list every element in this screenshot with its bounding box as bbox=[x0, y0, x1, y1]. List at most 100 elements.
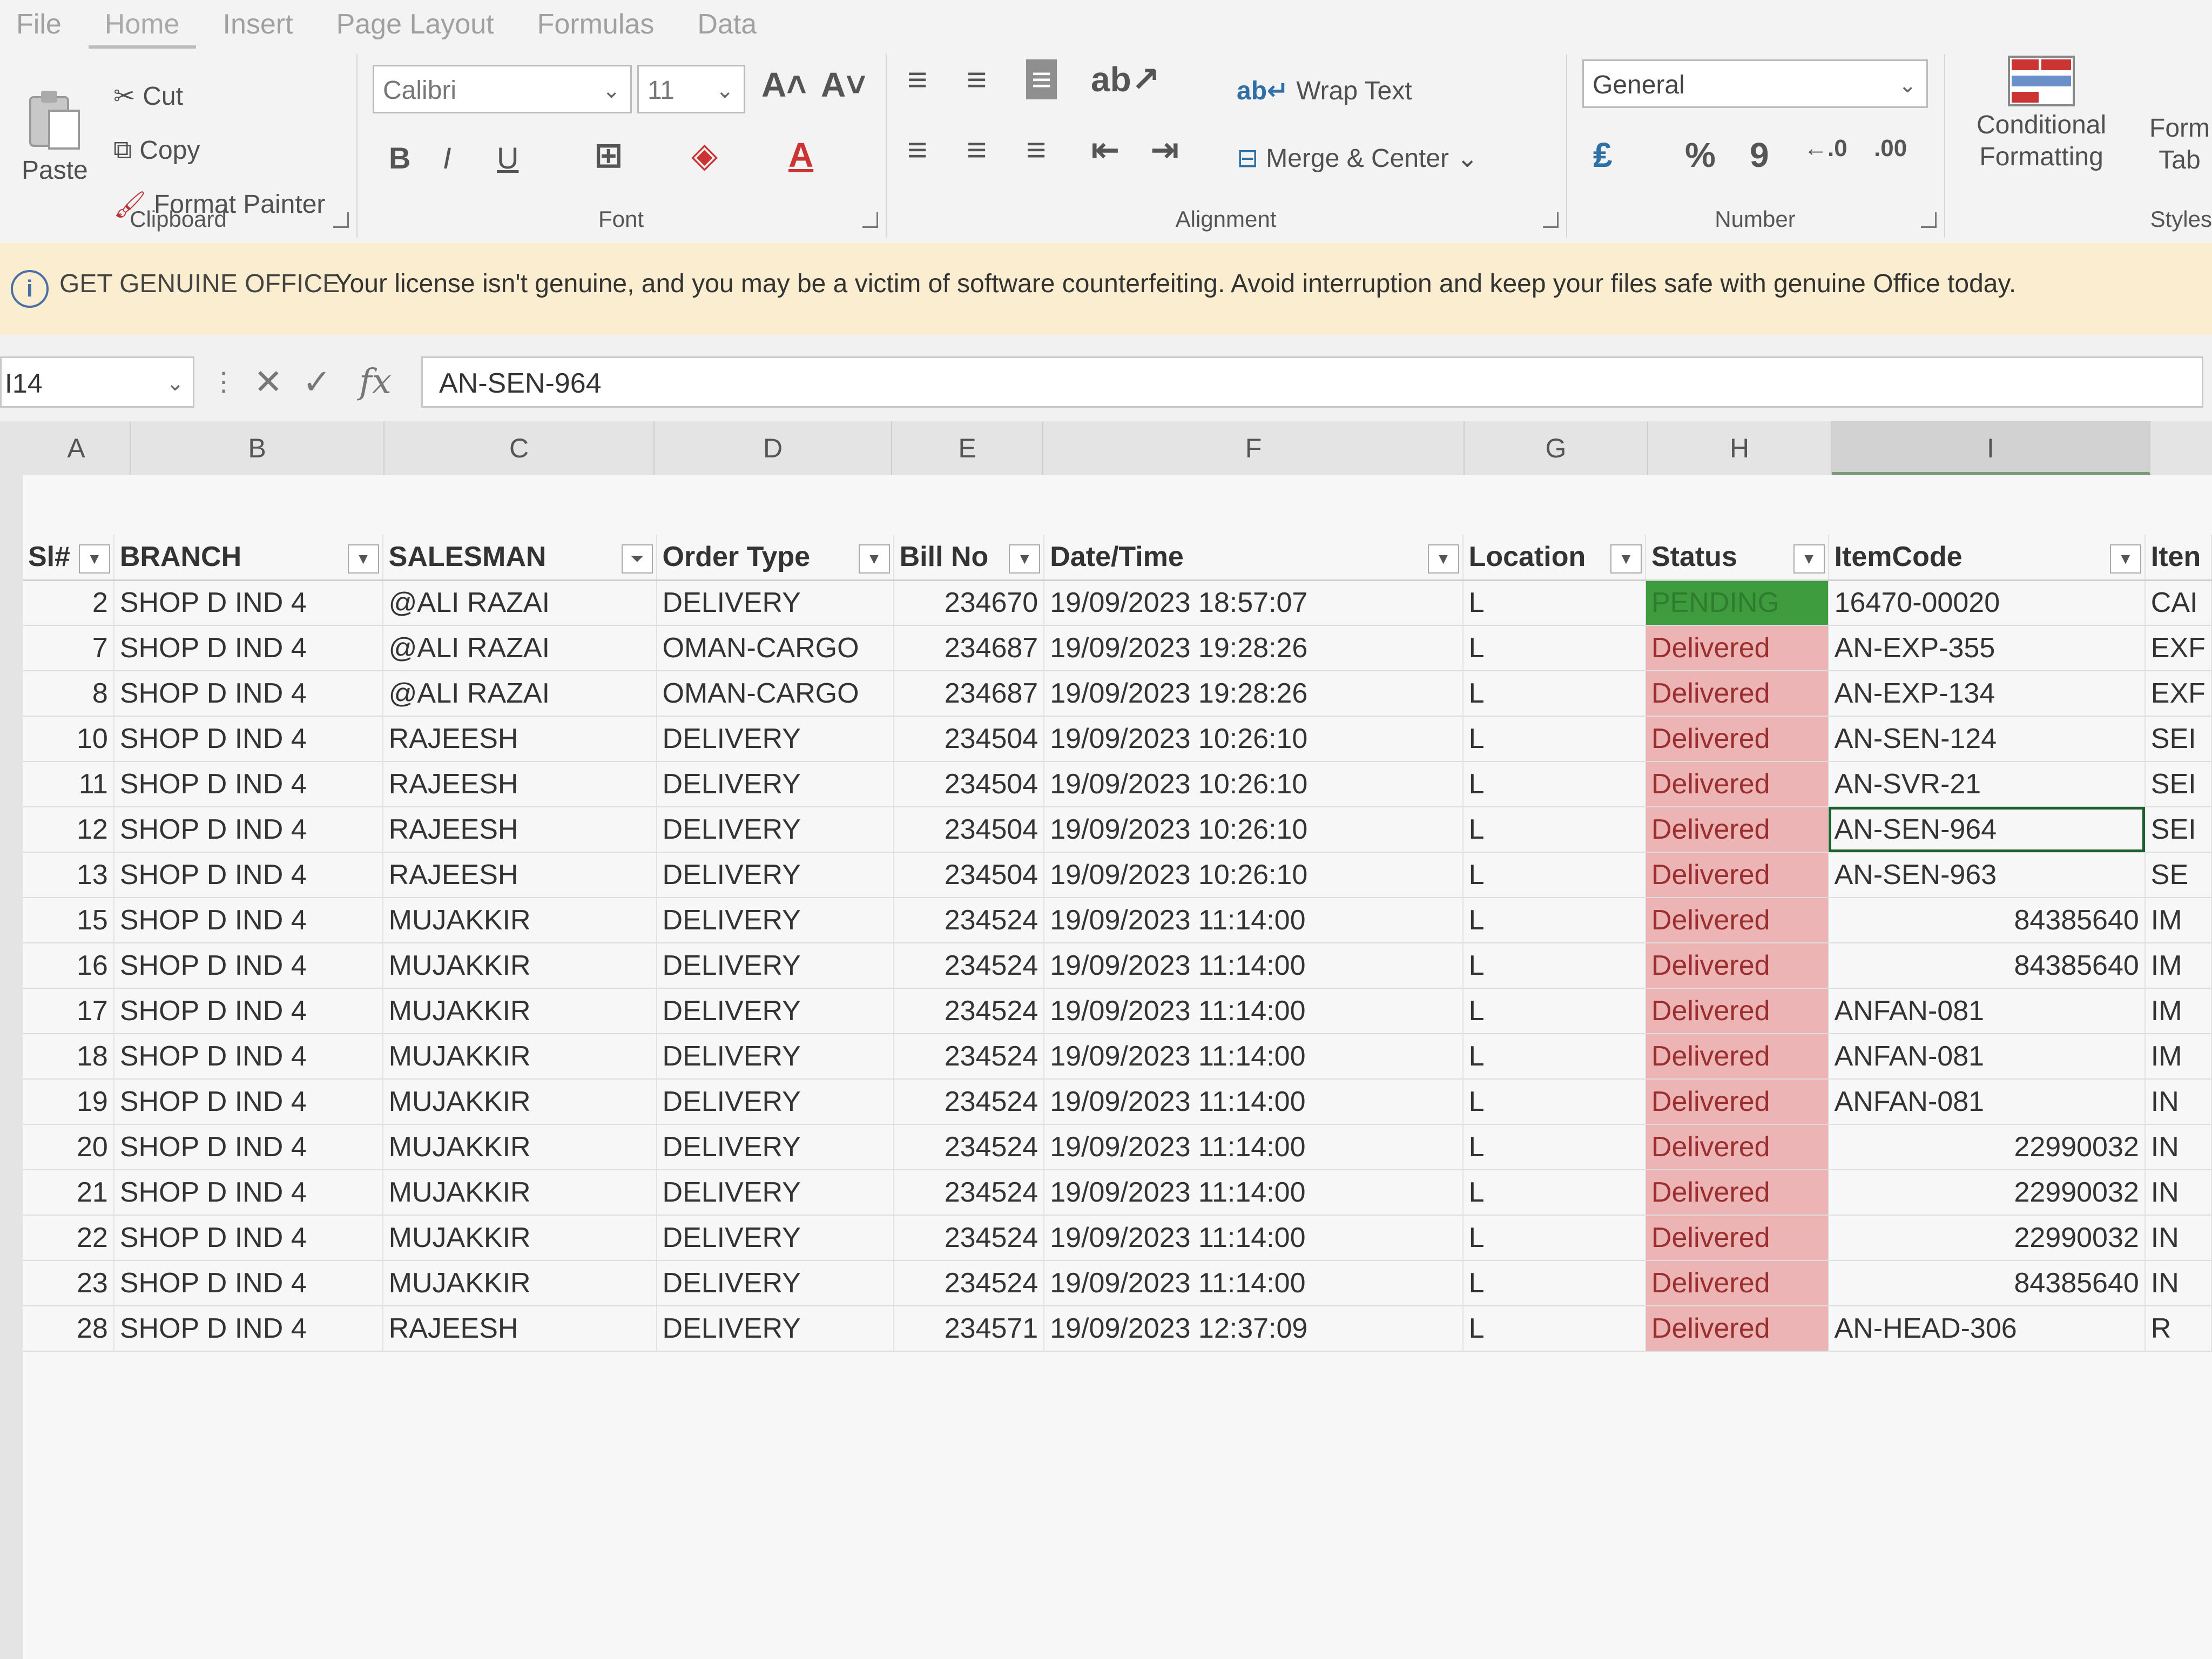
item-cell[interactable]: R bbox=[2144, 1306, 2212, 1352]
decrease-indent-icon[interactable]: ⇤ bbox=[1091, 130, 1120, 170]
more-options-icon[interactable]: ⋮ bbox=[211, 356, 237, 408]
increase-indent-icon[interactable]: ⇥ bbox=[1150, 130, 1179, 170]
sl-cell[interactable]: 22 bbox=[23, 1215, 114, 1261]
location-cell[interactable]: L bbox=[1462, 1306, 1646, 1352]
font-launcher-icon[interactable] bbox=[862, 212, 878, 228]
location-cell[interactable]: L bbox=[1462, 988, 1646, 1034]
underline-icon[interactable]: U bbox=[497, 140, 518, 176]
item-code-cell[interactable]: 22990032 bbox=[1828, 1170, 2146, 1216]
sl-cell[interactable]: 7 bbox=[23, 625, 114, 671]
paste-button[interactable]: Paste bbox=[22, 86, 88, 185]
salesman-cell[interactable]: RAJEESH bbox=[382, 761, 657, 807]
status-cell[interactable]: Delivered bbox=[1645, 761, 1829, 807]
branch-cell[interactable]: SHOP D IND 4 bbox=[113, 1124, 383, 1170]
filter-dropdown-icon[interactable]: ▼ bbox=[1427, 544, 1459, 574]
branch-cell[interactable]: SHOP D IND 4 bbox=[113, 625, 383, 671]
status-cell[interactable]: Delivered bbox=[1645, 807, 1829, 853]
column-header-i[interactable]: I bbox=[1832, 421, 2150, 475]
column-header-f[interactable]: F bbox=[1043, 421, 1465, 475]
status-cell[interactable]: Delivered bbox=[1645, 1079, 1829, 1125]
item-code-cell[interactable]: AN-EXP-355 bbox=[1828, 625, 2146, 671]
item-cell[interactable]: CAI bbox=[2144, 580, 2212, 626]
item-cell[interactable]: SEI bbox=[2144, 716, 2212, 762]
bill-no-cell[interactable]: 234524 bbox=[893, 943, 1045, 989]
item-code-cell[interactable]: AN-SEN-963 bbox=[1828, 852, 2146, 898]
status-cell[interactable]: PENDING bbox=[1645, 580, 1829, 626]
salesman-cell[interactable]: RAJEESH bbox=[382, 807, 657, 853]
sl-cell[interactable]: 17 bbox=[23, 988, 114, 1034]
sl-cell[interactable]: 12 bbox=[23, 807, 114, 853]
date-time-cell[interactable]: 19/09/2023 11:14:00 bbox=[1044, 988, 1464, 1034]
date-time-cell[interactable]: 19/09/2023 11:14:00 bbox=[1044, 943, 1464, 989]
item-cell[interactable]: SEI bbox=[2144, 807, 2212, 853]
branch-cell[interactable]: SHOP D IND 4 bbox=[113, 716, 383, 762]
date-time-cell[interactable]: 19/09/2023 11:14:00 bbox=[1044, 1124, 1464, 1170]
item-cell[interactable]: IN bbox=[2144, 1124, 2212, 1170]
location-cell[interactable]: L bbox=[1462, 852, 1646, 898]
branch-cell[interactable]: SHOP D IND 4 bbox=[113, 1260, 383, 1306]
item-code-cell[interactable]: ANFAN-081 bbox=[1828, 1034, 2146, 1080]
filter-dropdown-icon[interactable]: ▼ bbox=[1610, 544, 1642, 574]
item-cell[interactable]: IM bbox=[2144, 1034, 2212, 1080]
item-code-cell[interactable]: 84385640 bbox=[1828, 1260, 2146, 1306]
item-cell[interactable]: EXF bbox=[2144, 625, 2212, 671]
item-code-cell[interactable]: AN-HEAD-306 bbox=[1828, 1306, 2146, 1352]
sl-cell[interactable]: 20 bbox=[23, 1124, 114, 1170]
bill-no-cell[interactable]: 234670 bbox=[893, 580, 1045, 626]
decrease-decimal-icon[interactable]: .00 bbox=[1874, 135, 1907, 162]
filter-dropdown-icon[interactable]: ▼ bbox=[1009, 544, 1041, 574]
bill-no-cell[interactable]: 234524 bbox=[893, 1215, 1045, 1261]
salesman-cell[interactable]: @ALI RAZAI bbox=[382, 671, 657, 717]
bill-no-cell[interactable]: 234504 bbox=[893, 852, 1045, 898]
sl-cell[interactable]: 21 bbox=[23, 1170, 114, 1216]
copy-button[interactable]: ⧉ Copy bbox=[113, 135, 200, 165]
salesman-cell[interactable]: MUJAKKIR bbox=[382, 1079, 657, 1125]
bill-no-cell[interactable]: 234524 bbox=[893, 1079, 1045, 1125]
status-cell[interactable]: Delivered bbox=[1645, 1124, 1829, 1170]
item-cell[interactable]: EXF bbox=[2144, 671, 2212, 717]
salesman-cell[interactable]: MUJAKKIR bbox=[382, 1215, 657, 1261]
salesman-cell[interactable]: MUJAKKIR bbox=[382, 988, 657, 1034]
orientation-icon[interactable]: ab↗ bbox=[1091, 59, 1160, 100]
location-cell[interactable]: L bbox=[1462, 671, 1646, 717]
date-time-cell[interactable]: 19/09/2023 19:28:26 bbox=[1044, 625, 1464, 671]
format-as-table-button[interactable]: Form Tab bbox=[2149, 113, 2210, 175]
date-time-cell[interactable]: 19/09/2023 11:14:00 bbox=[1044, 898, 1464, 943]
location-cell[interactable]: L bbox=[1462, 625, 1646, 671]
bill-no-cell[interactable]: 234524 bbox=[893, 898, 1045, 943]
item-cell[interactable]: IN bbox=[2144, 1170, 2212, 1216]
status-cell[interactable]: Delivered bbox=[1645, 1170, 1829, 1216]
order-type-cell[interactable]: DELIVERY bbox=[656, 943, 894, 989]
order-type-cell[interactable]: DELIVERY bbox=[656, 716, 894, 762]
name-box[interactable]: I14 ⌄ bbox=[0, 356, 194, 408]
item-cell[interactable]: IN bbox=[2144, 1079, 2212, 1125]
location-cell[interactable]: L bbox=[1462, 1079, 1646, 1125]
bill-no-cell[interactable]: 234524 bbox=[893, 1260, 1045, 1306]
column-header-a[interactable]: A bbox=[23, 421, 131, 475]
font-color-icon[interactable]: A bbox=[788, 135, 813, 175]
sl-cell[interactable]: 11 bbox=[23, 761, 114, 807]
order-type-cell[interactable]: DELIVERY bbox=[656, 852, 894, 898]
sl-cell[interactable]: 8 bbox=[23, 671, 114, 717]
date-time-cell[interactable]: 19/09/2023 10:26:10 bbox=[1044, 716, 1464, 762]
bill-no-cell[interactable]: 234524 bbox=[893, 988, 1045, 1034]
tab-page-layout[interactable]: Page Layout bbox=[320, 0, 510, 49]
location-cell[interactable]: L bbox=[1462, 1034, 1646, 1080]
order-type-cell[interactable]: DELIVERY bbox=[656, 898, 894, 943]
comma-style-icon[interactable]: 9 bbox=[1750, 135, 1769, 175]
align-left-icon[interactable]: ≡ bbox=[907, 130, 927, 170]
branch-cell[interactable]: SHOP D IND 4 bbox=[113, 1034, 383, 1080]
borders-icon[interactable]: ⊞ bbox=[594, 135, 623, 176]
item-cell[interactable]: IM bbox=[2144, 898, 2212, 943]
font-size-combo[interactable]: 11 ⌄ bbox=[637, 65, 745, 113]
bill-no-cell[interactable]: 234504 bbox=[893, 761, 1045, 807]
worksheet[interactable]: Sl# ▼ BRANCH ▼ SALESMAN ⏷ Order Type ▼ Bill … bbox=[23, 475, 2212, 1659]
status-cell[interactable]: Delivered bbox=[1645, 898, 1829, 943]
order-type-cell[interactable]: DELIVERY bbox=[656, 1306, 894, 1352]
item-code-cell[interactable]: ANFAN-081 bbox=[1828, 1079, 2146, 1125]
date-time-cell[interactable]: 19/09/2023 11:14:00 bbox=[1044, 1079, 1464, 1125]
item-code-cell[interactable]: ANFAN-081 bbox=[1828, 988, 2146, 1034]
font-name-combo[interactable]: Calibri ⌄ bbox=[373, 65, 632, 113]
date-time-cell[interactable]: 19/09/2023 18:57:07 bbox=[1044, 580, 1464, 626]
date-time-cell[interactable]: 19/09/2023 10:26:10 bbox=[1044, 761, 1464, 807]
